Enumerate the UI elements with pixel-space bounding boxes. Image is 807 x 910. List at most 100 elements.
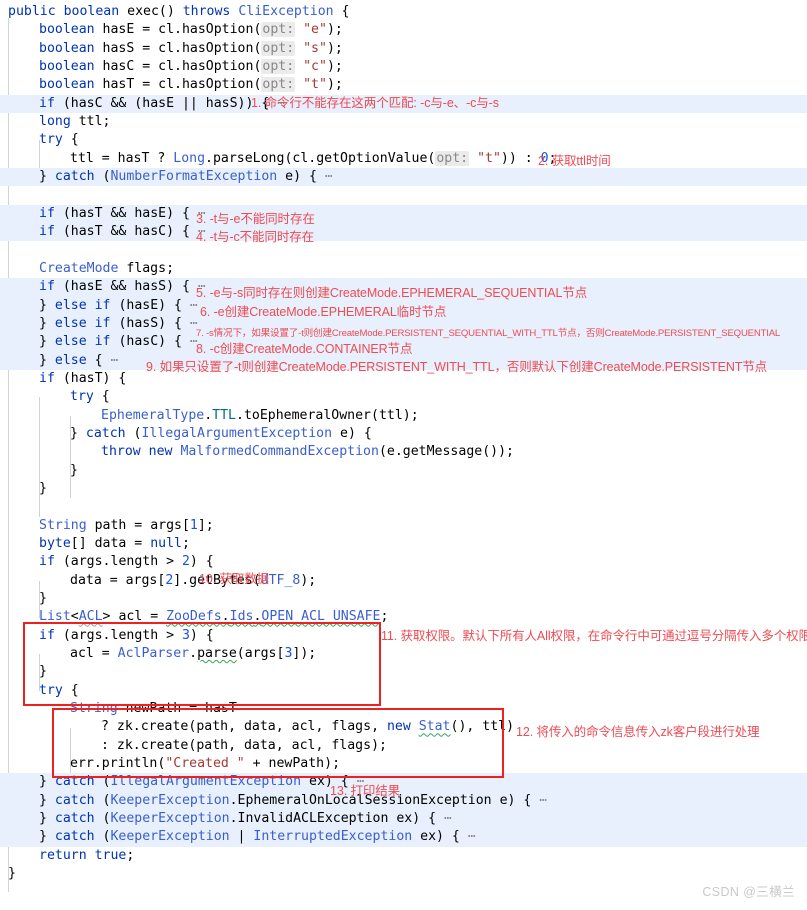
code-line[interactable]: } catch (KeeperException.InvalidACLExcep…	[0, 810, 807, 829]
code-annotation-2: 2. 获取ttl时间	[538, 154, 611, 168]
code-line[interactable]: }	[0, 590, 807, 608]
code-line[interactable]: try {	[0, 682, 807, 700]
code-line-text: if (hasT) {	[39, 370, 127, 386]
code-annotation-4: 4. -t与-c不能同时存在	[196, 230, 315, 244]
code-line-text: if (args.length > 3) {	[39, 627, 214, 643]
code-line[interactable]: data = args[2].getBytes(UTF_8);	[0, 572, 807, 590]
code-line-text: return true;	[39, 847, 135, 863]
code-line[interactable]: acl = AclParser.parse(args[3]);	[0, 645, 807, 663]
code-line-text: public boolean exec() throws CliExceptio…	[8, 4, 350, 19]
code-line[interactable]: }	[0, 462, 807, 480]
code-line[interactable]: long ttl;	[0, 113, 807, 131]
code-line-text: } catch (IllegalArgumentException e) {	[70, 425, 372, 441]
code-line[interactable]: CreateMode flags;	[0, 260, 807, 278]
code-line[interactable]: EphemeralType.TTL.toEphemeralOwner(ttl);	[0, 407, 807, 425]
code-line[interactable]: List<ACL> acl = ZooDefs.Ids.OPEN_ACL_UNS…	[0, 608, 807, 626]
code-annotation-10: 10. 获取数据	[199, 572, 270, 586]
code-annotation-8: 8. -c创建CreateMode.CONTAINER节点	[196, 342, 413, 356]
code-line[interactable]: if (hasT && hasC) { ⋯	[0, 223, 807, 242]
code-line[interactable]: }	[0, 865, 807, 883]
code-line-text: EphemeralType.TTL.toEphemeralOwner(ttl);	[101, 407, 419, 423]
code-line-text: long ttl;	[39, 114, 111, 130]
code-line-text: ? zk.create(path, data, acl, flags, new …	[101, 719, 515, 735]
code-line-text: }	[39, 664, 47, 680]
code-line-text: } catch (IllegalArgumentException ex) { …	[39, 774, 365, 790]
code-line[interactable]: public boolean exec() throws CliExceptio…	[0, 3, 807, 21]
code-line-text: } catch (KeeperException | InterruptedEx…	[39, 829, 476, 845]
code-line[interactable]: String path = args[1];	[0, 517, 807, 535]
code-line[interactable]: boolean hasT = cl.hasOption(opt: "t");	[0, 76, 807, 94]
code-line[interactable]: } catch (KeeperException | InterruptedEx…	[0, 828, 807, 847]
code-line-text: } catch (KeeperException.EphemeralOnLoca…	[39, 792, 548, 808]
code-line[interactable]: return true;	[0, 847, 807, 865]
code-line-text: boolean hasS = cl.hasOption(opt: "s");	[39, 40, 343, 56]
code-line[interactable]: } catch (NumberFormatException e) { ⋯	[0, 168, 807, 187]
code-line-text: } else { ⋯	[39, 352, 119, 368]
code-line-text: boolean hasC = cl.hasOption(opt: "c");	[39, 59, 343, 75]
code-line-text: try {	[70, 389, 110, 405]
code-editor[interactable]: public boolean exec() throws CliExceptio…	[0, 0, 807, 910]
code-line-text: List<ACL> acl = ZooDefs.Ids.OPEN_ACL_UNS…	[39, 609, 389, 625]
code-line-text: }	[39, 480, 47, 496]
code-line[interactable]: boolean hasS = cl.hasOption(opt: "s");	[0, 40, 807, 58]
code-line[interactable]: }	[0, 663, 807, 681]
code-line-text: } else if (hasE) { ⋯	[39, 297, 198, 313]
code-annotation-11: 11. 获取权限。默认下所有人All权限，在命令行中可通过逗号分隔传入多个权限	[381, 629, 807, 643]
code-line[interactable]: throw new MalformedCommandException(e.ge…	[0, 443, 807, 461]
code-lines-container: public boolean exec() throws CliExceptio…	[0, 3, 807, 884]
code-line-text: boolean hasT = cl.hasOption(opt: "t");	[39, 77, 343, 93]
code-line-text: byte[] data = null;	[39, 535, 190, 551]
code-line[interactable]: } catch (IllegalArgumentException ex) { …	[0, 773, 807, 792]
code-line-text: } catch (KeeperException.InvalidACLExcep…	[39, 811, 452, 827]
code-line[interactable]: ttl = hasT ? Long.parseLong(cl.getOption…	[0, 150, 807, 168]
csdn-watermark: CSDN @三横兰	[702, 885, 795, 899]
code-line[interactable]: try {	[0, 388, 807, 406]
code-line-text: } else if (hasC) { ⋯	[39, 334, 198, 350]
code-annotation-6: 6. -e创建CreateMode.EPHEMERAL临时节点	[200, 305, 447, 319]
code-line[interactable]: boolean hasE = cl.hasOption(opt: "e");	[0, 21, 807, 39]
code-line-text: CreateMode flags;	[39, 260, 175, 276]
code-line-text: }	[39, 591, 47, 606]
code-line[interactable]: if (args.length > 2) {	[0, 553, 807, 571]
code-line[interactable]: if (hasT && hasE) { ⋯	[0, 204, 807, 224]
code-line-text: } else if (hasS) { ⋯	[39, 315, 198, 331]
code-line[interactable]: } catch (IllegalArgumentException e) {	[0, 425, 807, 443]
code-annotation-9: 9. 如果只设置了-t则创建CreateMode.PERSISTENT_WITH…	[146, 360, 768, 374]
code-line-text: if (hasE && hasS) { ⋯	[39, 279, 206, 295]
code-line[interactable]	[0, 241, 807, 259]
code-annotation-12: 12. 将传入的命令信息传入zk客户段进行处理	[516, 725, 760, 739]
code-annotation-3: 3. -t与-e不能同时存在	[196, 212, 315, 226]
code-line[interactable]: } catch (KeeperException.EphemeralOnLoca…	[0, 791, 807, 811]
code-line[interactable]: boolean hasC = cl.hasOption(opt: "c");	[0, 58, 807, 76]
code-line[interactable]	[0, 498, 807, 516]
code-line-text: acl = AclParser.parse(args[3]);	[70, 646, 317, 662]
code-line-text: if (hasC && (hasE || hasS)) { ⋯	[39, 95, 286, 111]
code-line[interactable]: try {	[0, 131, 807, 149]
code-line[interactable]: byte[] data = null;	[0, 535, 807, 553]
code-line-text: boolean hasE = cl.hasOption(opt: "e");	[39, 22, 343, 38]
code-line-text: throw new MalformedCommandException(e.ge…	[101, 444, 514, 460]
code-line-text: if (hasT && hasE) { ⋯	[39, 205, 206, 221]
code-annotation-13: 13. 打印结果	[330, 784, 401, 798]
code-annotation-5: 5. -e与-s同时存在则创建CreateMode.EPHEMERAL_SEQU…	[196, 286, 588, 300]
code-line-text: } catch (NumberFormatException e) { ⋯	[39, 169, 333, 185]
code-line-text: String newPath = hasT	[70, 701, 237, 717]
code-line-text: : zk.create(path, data, acl, flags);	[101, 737, 387, 753]
code-line[interactable]	[0, 186, 807, 204]
code-line-text: }	[70, 462, 78, 478]
code-line-text: try {	[39, 682, 79, 698]
code-line-text: if (hasT && hasC) { ⋯	[39, 224, 206, 240]
code-line-text: String path = args[1];	[39, 517, 214, 533]
code-line-text: }	[8, 866, 16, 882]
code-line-text: try {	[39, 132, 79, 148]
code-line[interactable]: }	[0, 480, 807, 498]
code-line-text: if (args.length > 2) {	[39, 554, 214, 570]
code-annotation-1: 1. 命令行不能存在这两个匹配: -c与-e、-c与-s	[251, 96, 499, 110]
code-line-text: err.println("Created " + newPath);	[70, 756, 341, 772]
code-line[interactable]: err.println("Created " + newPath);	[0, 755, 807, 773]
code-line-text: ttl = hasT ? Long.parseLong(cl.getOption…	[70, 150, 557, 166]
code-line[interactable]: String newPath = hasT	[0, 700, 807, 718]
